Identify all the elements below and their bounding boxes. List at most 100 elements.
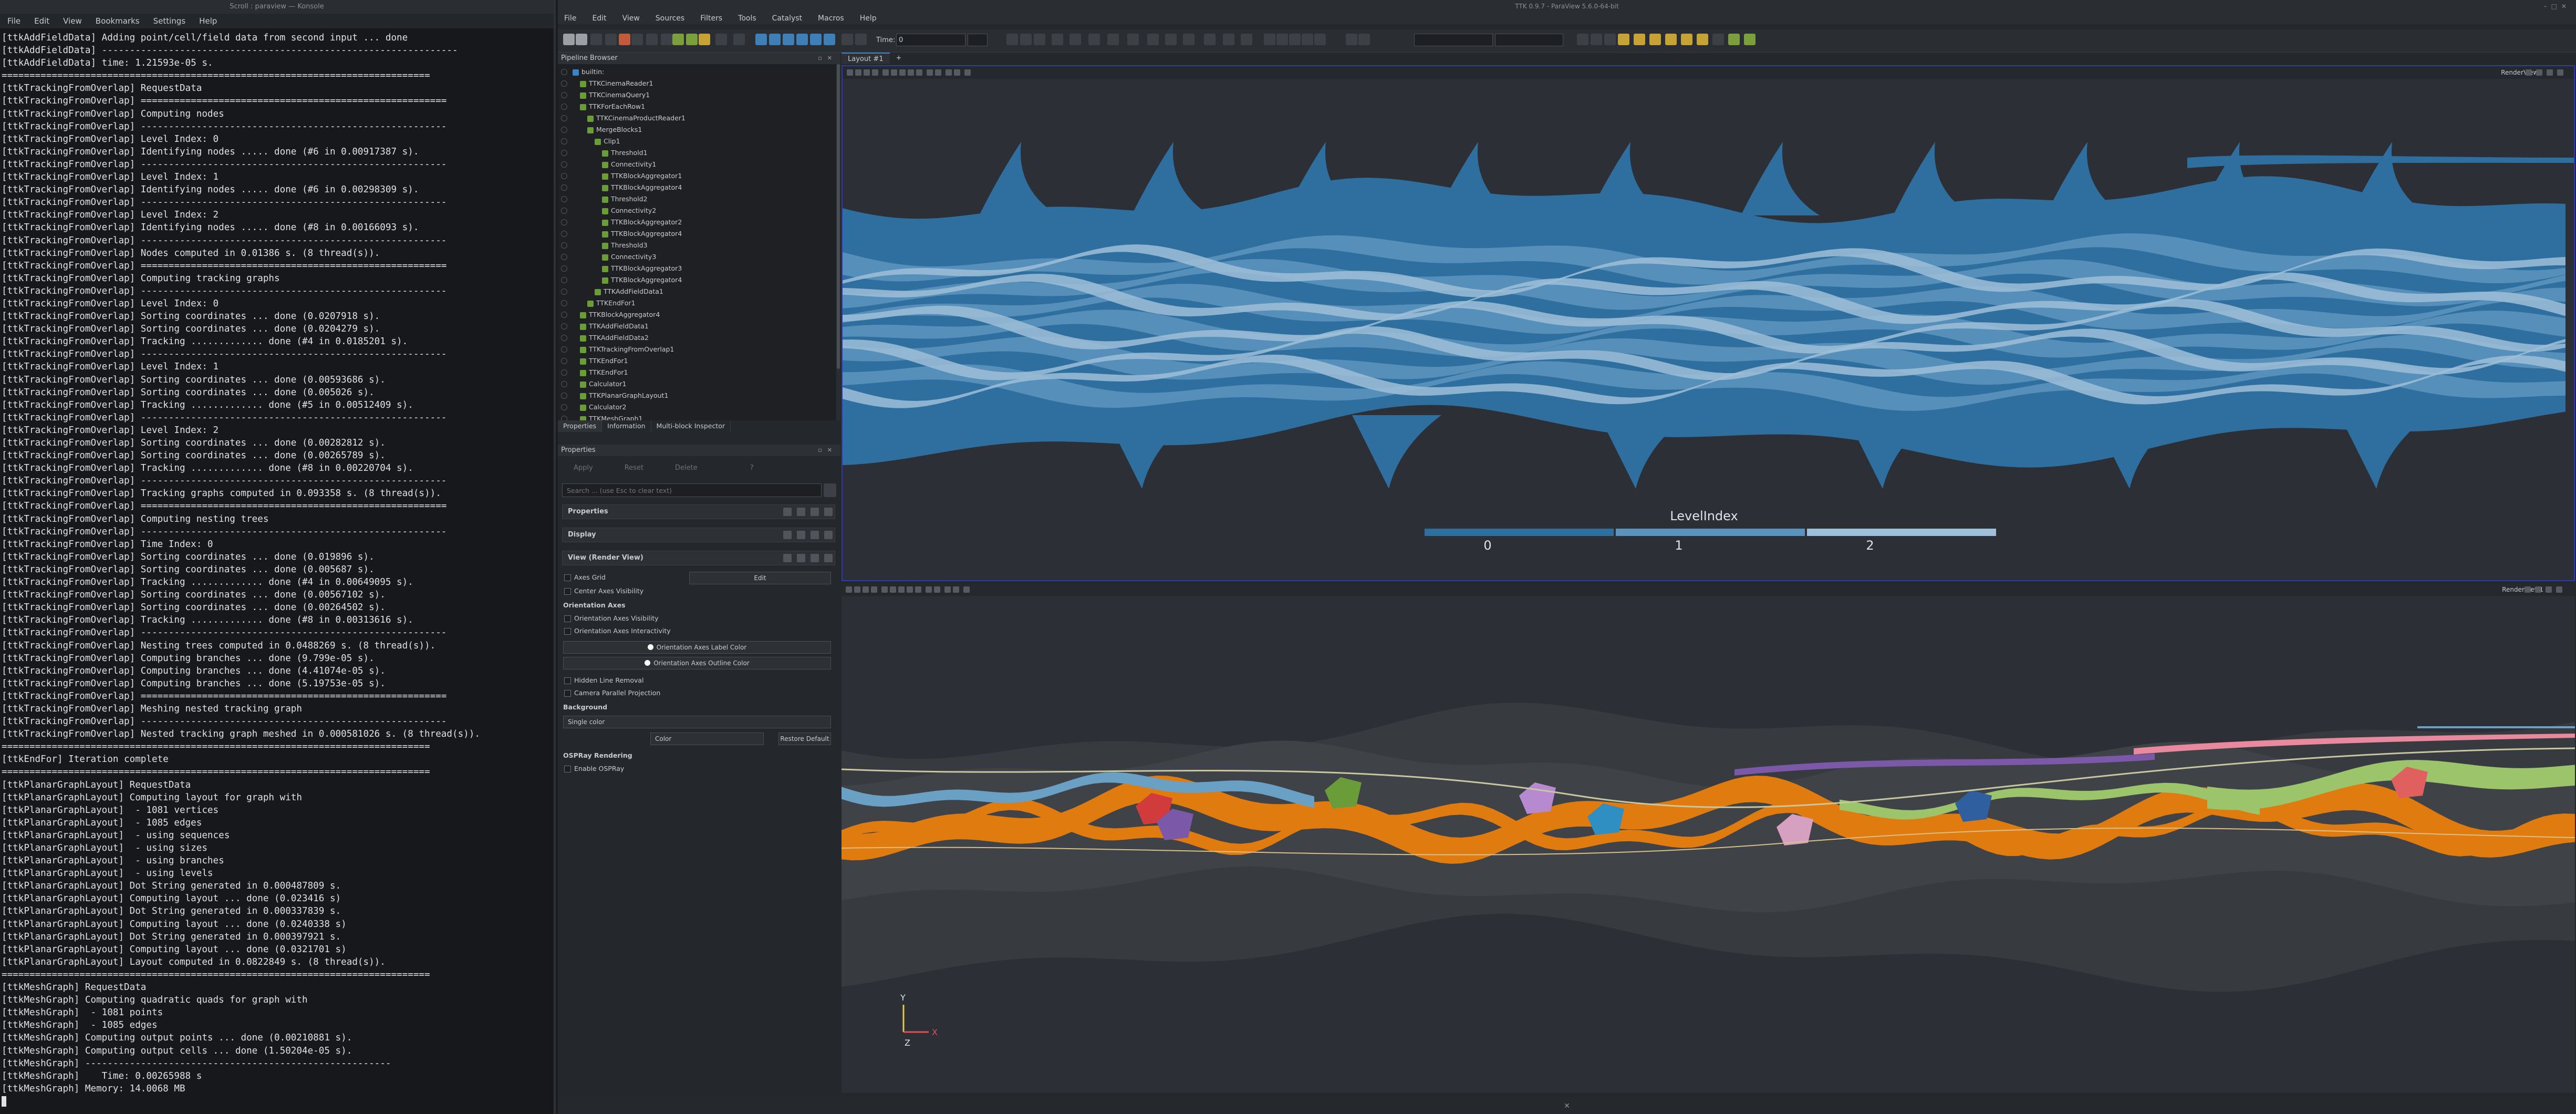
save-icon[interactable]: [824, 554, 833, 562]
toolbar-button-icon[interactable]: [1358, 34, 1370, 45]
eye-icon[interactable]: [561, 173, 567, 179]
eye-icon[interactable]: [561, 358, 567, 364]
konsole-menu-settings[interactable]: Settings: [153, 14, 186, 28]
pv-menu-help[interactable]: Help: [860, 13, 877, 24]
pv-menu-file[interactable]: File: [564, 13, 576, 24]
pipeline-item[interactable]: TTKBlockAggregator3: [602, 263, 682, 274]
copy-icon[interactable]: [783, 531, 792, 539]
pipeline-item[interactable]: TTKForEachRow1: [580, 101, 645, 112]
view-tool-icon[interactable]: [916, 69, 922, 76]
toolbar-button-icon[interactable]: [1604, 34, 1616, 45]
konsole-menu-bookmarks[interactable]: Bookmarks: [96, 14, 140, 28]
toolbar-button-icon[interactable]: [1744, 34, 1756, 45]
view-tool-icon[interactable]: [935, 69, 941, 76]
toolbar-button-icon[interactable]: [1649, 34, 1661, 45]
checkbox-box[interactable]: [564, 627, 571, 635]
toolbar-button-icon[interactable]: [1020, 34, 1032, 45]
view-tool-icon[interactable]: [854, 586, 860, 593]
view-tool-icon[interactable]: [891, 69, 897, 76]
pv-menu-macros[interactable]: Macros: [818, 13, 844, 24]
toolbar-button-icon[interactable]: [1697, 34, 1708, 45]
toolbar-button-icon[interactable]: [855, 34, 867, 45]
eye-icon[interactable]: [561, 127, 567, 133]
eye-icon[interactable]: [561, 369, 567, 376]
pipeline-tree[interactable]: builtin: TTKCinemaReader1 TTKCinemaQuery1 T…: [558, 64, 836, 420]
pipeline-item[interactable]: Connectivity2: [602, 205, 656, 216]
axes-grid-edit-button[interactable]: Edit: [689, 572, 831, 584]
reload-icon[interactable]: [811, 531, 819, 539]
pipeline-item[interactable]: TTKEndFor1: [587, 297, 636, 309]
pipeline-item[interactable]: TTKCinemaProductReader1: [587, 112, 685, 124]
window-controls[interactable]: –□✕: [2544, 0, 2571, 13]
background-mode-dropdown[interactable]: Single color: [563, 716, 831, 728]
reset-button[interactable]: Reset: [613, 461, 655, 475]
toolbar-button-icon[interactable]: [605, 34, 617, 45]
toolbar-button-icon[interactable]: [672, 34, 684, 45]
view-tool-icon[interactable]: [946, 69, 952, 76]
eye-icon[interactable]: [561, 69, 567, 75]
toolbar-button-icon[interactable]: [699, 34, 710, 45]
eye-icon[interactable]: [561, 242, 567, 249]
properties-search-input[interactable]: [562, 483, 822, 497]
eye-icon[interactable]: [561, 150, 567, 156]
konsole-menu-file[interactable]: File: [7, 14, 20, 28]
toolbar-button-icon[interactable]: [576, 34, 587, 45]
eye-icon[interactable]: [561, 323, 567, 329]
section-display[interactable]: Display: [562, 528, 835, 542]
tab-multi-block-inspector[interactable]: Multi-block Inspector: [651, 420, 731, 432]
toolbar-button-icon[interactable]: [1069, 34, 1081, 45]
eye-icon[interactable]: [561, 254, 567, 260]
view-tool-icon[interactable]: [907, 586, 913, 593]
view-tool-icon[interactable]: [871, 586, 877, 593]
eye-icon[interactable]: [561, 219, 567, 225]
section-view[interactable]: View (Render View): [562, 551, 835, 565]
tab-information[interactable]: Information: [602, 420, 651, 432]
toolbar-button-icon[interactable]: [796, 34, 808, 45]
eye-icon[interactable]: [561, 208, 567, 214]
axes-grid-checkbox[interactable]: Axes Grid: [564, 573, 606, 582]
toolbar-button-icon[interactable]: [646, 34, 658, 45]
tab-properties[interactable]: Properties: [558, 420, 603, 432]
pipeline-item[interactable]: Connectivity3: [602, 251, 656, 263]
nested-tracking-canvas[interactable]: Y Z X: [842, 596, 2575, 1093]
toolbar-button-icon[interactable]: [1728, 34, 1740, 45]
toolbar-button-icon[interactable]: [810, 34, 822, 45]
toolbar-button-icon[interactable]: [1264, 34, 1275, 45]
oa-outline-color-button[interactable]: Orientation Axes Outline Color: [563, 657, 831, 669]
konsole-menu-help[interactable]: Help: [199, 14, 217, 28]
view-tool-icon[interactable]: [882, 69, 889, 76]
konsole-menu-edit[interactable]: Edit: [34, 14, 49, 28]
pipeline-item[interactable]: TTKBlockAggregator1: [602, 170, 682, 182]
view-tool-icon[interactable]: [881, 586, 888, 593]
toolbar-button-icon[interactable]: [1314, 34, 1326, 45]
paste-icon[interactable]: [797, 554, 805, 562]
checkbox-box[interactable]: [564, 765, 571, 772]
oa-label-color-button[interactable]: Orientation Axes Label Color: [563, 641, 831, 654]
view-split-icon[interactable]: [2546, 586, 2552, 593]
checkbox-box[interactable]: [564, 574, 571, 581]
toolbar-button-icon[interactable]: [1034, 34, 1045, 45]
pipeline-item[interactable]: builtin:: [573, 66, 604, 78]
toolbar-button-icon[interactable]: [824, 34, 835, 45]
toolbar-button-icon[interactable]: [1223, 34, 1234, 45]
toolbar-button-icon[interactable]: [1289, 34, 1301, 45]
toolbar-button-icon[interactable]: [1241, 34, 1252, 45]
eye-icon[interactable]: [561, 300, 567, 306]
pv-menu-tools[interactable]: Tools: [738, 13, 756, 24]
view-tool-icon[interactable]: [890, 586, 896, 593]
toolbar-button-icon[interactable]: [1712, 34, 1724, 45]
toolbar-button-icon[interactable]: [1634, 34, 1645, 45]
toolbar-button-icon[interactable]: [842, 34, 853, 45]
eye-icon[interactable]: [561, 138, 567, 145]
toolbar-button-icon[interactable]: [631, 34, 643, 45]
pipeline-item[interactable]: TTKBlockAggregator4: [602, 182, 682, 193]
oa-visibility-checkbox[interactable]: Orientation Axes Visibility: [564, 614, 659, 623]
pipeline-item[interactable]: Calculator2: [580, 401, 626, 413]
save-icon[interactable]: [824, 508, 833, 516]
pipeline-item[interactable]: Clip1: [595, 136, 620, 147]
pipeline-item[interactable]: TTKBlockAggregator4: [602, 228, 682, 240]
delete-button[interactable]: Delete: [663, 461, 709, 475]
view-tool-icon[interactable]: [855, 69, 861, 76]
eye-icon[interactable]: [561, 335, 567, 341]
restore-default-button[interactable]: Restore Default: [778, 733, 831, 745]
